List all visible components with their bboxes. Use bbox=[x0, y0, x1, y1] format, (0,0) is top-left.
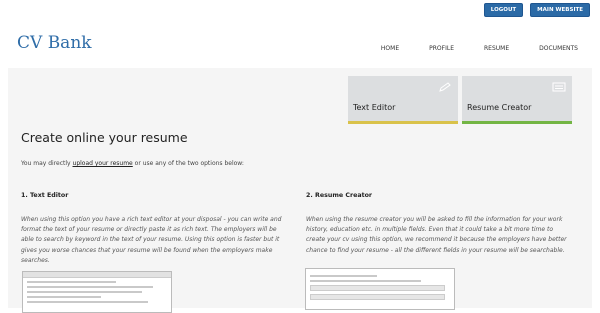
content-panel: Text Editor Resume Creator Create online… bbox=[8, 68, 592, 313]
intro-suffix: or use any of the two options below: bbox=[132, 160, 244, 167]
preview-line bbox=[27, 286, 153, 288]
top-bar: LOGOUT MAIN WEBSITE bbox=[483, 3, 590, 17]
text-editor-tile[interactable]: Text Editor bbox=[348, 76, 458, 124]
option-heading-resume-creator: 2. Resume Creator bbox=[306, 192, 373, 199]
preview-line bbox=[27, 281, 116, 283]
text-editor-option: 1. Text Editor When using this option yo… bbox=[21, 192, 283, 266]
nav-item-profile[interactable]: PROFILE bbox=[429, 45, 454, 52]
page-title: Create online your resume bbox=[21, 130, 188, 145]
text-editor-preview-image[interactable] bbox=[22, 271, 172, 313]
nav-item-resume[interactable]: RESUME bbox=[484, 45, 509, 52]
option-description-resume-creator: When using the resume creator you will b… bbox=[306, 216, 567, 254]
preview-line bbox=[310, 280, 421, 282]
nav-item-home[interactable]: HOME bbox=[381, 45, 399, 52]
option-description-text-editor: When using this option you have a rich t… bbox=[21, 216, 282, 264]
logout-button[interactable]: LOGOUT bbox=[483, 3, 524, 17]
preview-toolbar bbox=[23, 272, 171, 278]
pencil-icon bbox=[439, 82, 451, 92]
nav-item-documents[interactable]: DOCUMENTS bbox=[539, 45, 578, 52]
form-icon bbox=[552, 82, 566, 92]
text-editor-accent-bar bbox=[348, 121, 458, 124]
resume-creator-tile[interactable]: Resume Creator bbox=[462, 76, 572, 124]
preview-line bbox=[27, 296, 101, 298]
intro-prefix: You may directly bbox=[21, 160, 73, 167]
preview-field bbox=[310, 285, 446, 291]
intro-text: You may directly upload your resume or u… bbox=[21, 160, 244, 167]
resume-creator-accent-bar bbox=[462, 121, 572, 124]
main-website-button[interactable]: MAIN WEBSITE bbox=[530, 3, 590, 17]
preview-line bbox=[310, 275, 377, 277]
preview-line bbox=[27, 301, 149, 303]
resume-creator-tile-label: Resume Creator bbox=[467, 103, 532, 112]
preview-field bbox=[310, 294, 446, 300]
main-nav: HOME PROFILE RESUME DOCUMENTS bbox=[381, 45, 600, 52]
option-heading-text-editor: 1. Text Editor bbox=[21, 192, 69, 199]
preview-line bbox=[27, 291, 143, 293]
logo[interactable]: CV Bank bbox=[17, 33, 92, 53]
resume-creator-option: 2. Resume Creator When using the resume … bbox=[306, 192, 568, 256]
resume-creator-preview-image[interactable] bbox=[305, 268, 455, 310]
upload-resume-link[interactable]: upload your resume bbox=[73, 160, 133, 167]
text-editor-tile-label: Text Editor bbox=[353, 103, 396, 112]
